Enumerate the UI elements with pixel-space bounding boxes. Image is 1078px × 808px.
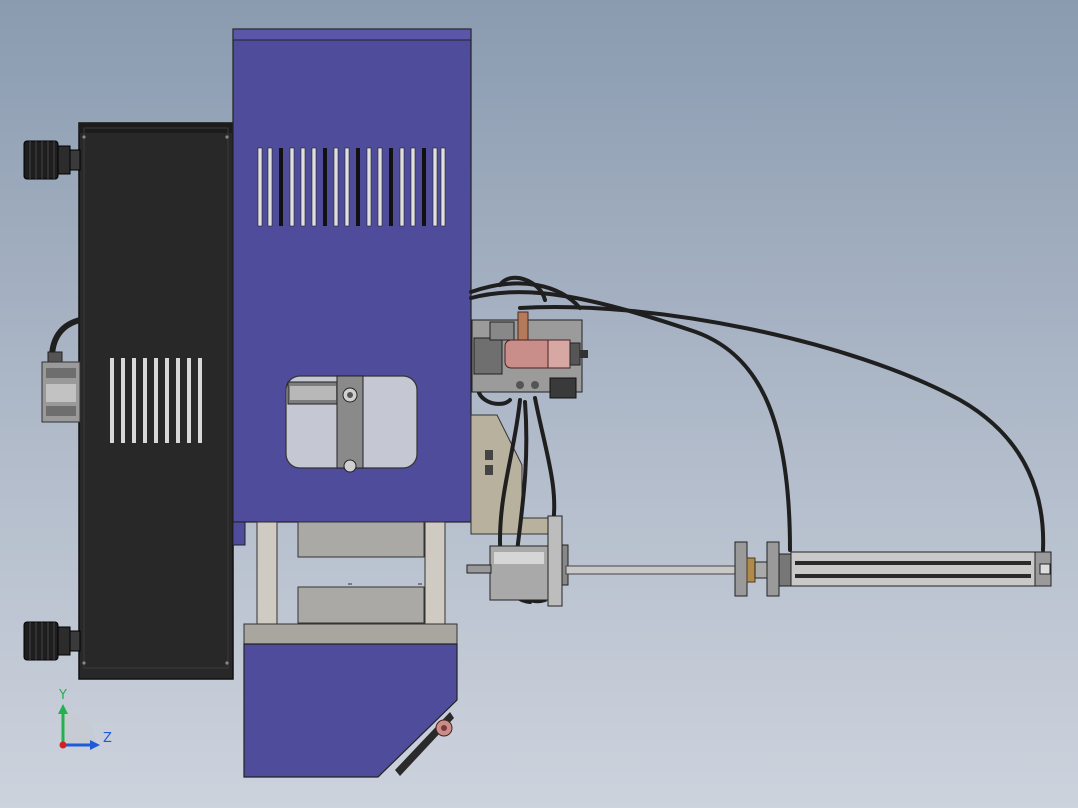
- support-bracket: [470, 414, 550, 535]
- cad-3d-viewport[interactable]: Y Z: [0, 0, 1078, 808]
- top-control-knob[interactable]: [23, 140, 81, 180]
- bottom-control-knob[interactable]: [23, 621, 81, 661]
- coordinate-triad: [58, 704, 100, 750]
- dark-control-cabinet[interactable]: [78, 122, 234, 680]
- x-axis-point: [59, 741, 67, 749]
- pneumatic-cylinder[interactable]: [565, 541, 1052, 597]
- base-plate: [243, 623, 458, 645]
- assembly-model[interactable]: [0, 0, 1078, 808]
- cabinet-vent-slots: [110, 358, 202, 443]
- guide-columns: [256, 521, 446, 625]
- blue-main-enclosure[interactable]: [232, 28, 472, 546]
- valve-assembly[interactable]: [471, 311, 588, 399]
- z-axis-label: Z: [103, 731, 112, 746]
- inspection-window[interactable]: [285, 375, 418, 473]
- lower-blue-hopper[interactable]: [243, 643, 458, 778]
- y-axis-label: Y: [59, 688, 67, 703]
- side-cable-connector[interactable]: [41, 317, 81, 423]
